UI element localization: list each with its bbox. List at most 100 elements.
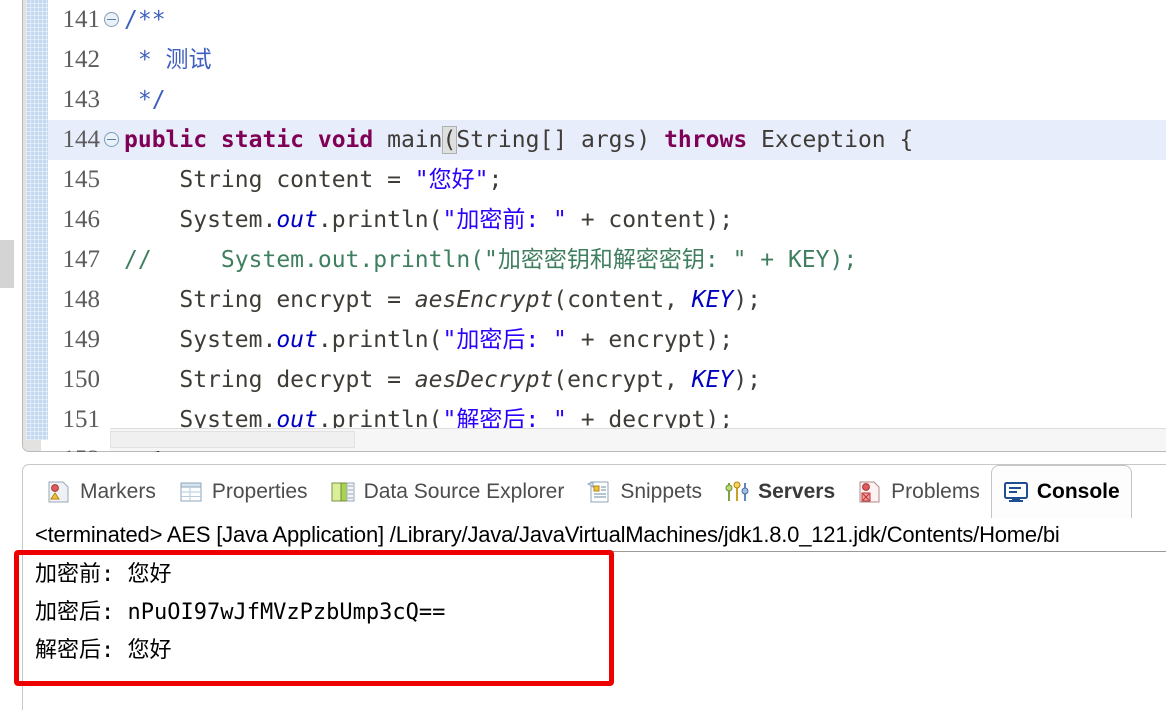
line-number: 146 <box>62 206 101 233</box>
code-line-text: * 测试 <box>124 40 212 80</box>
code-line-text: String decrypt = aesDecrypt(encrypt, KEY… <box>124 360 761 400</box>
console-separator <box>23 551 1166 552</box>
code-token: throws <box>664 127 762 153</box>
code-fold-collapse-icon[interactable] <box>104 132 119 147</box>
code-token: ); <box>733 287 762 313</box>
code-token: .println( <box>317 327 443 353</box>
code-token: .println( <box>317 207 443 233</box>
code-token: public static void <box>124 127 388 153</box>
code-token: KEY <box>691 367 734 393</box>
code-line[interactable]: 142 * 测试 <box>48 40 1166 80</box>
code-line-text: /** <box>124 0 166 40</box>
line-number: 152 <box>48 440 101 452</box>
line-number: 151 <box>62 406 101 433</box>
line-number: 145 <box>62 166 101 193</box>
console-icon <box>1003 479 1029 505</box>
console-process-label: <terminated> AES [Java Application] /Lib… <box>35 522 1060 547</box>
table-icon <box>178 479 204 505</box>
code-token: + content); <box>566 207 734 233</box>
tab-servers[interactable]: Servers <box>713 465 846 518</box>
line-number: 150 <box>62 366 101 393</box>
editor-outer-gutter <box>0 0 22 452</box>
code-token: System. <box>124 207 277 233</box>
tab-problems[interactable]: Problems <box>846 465 991 518</box>
code-editor-panel: 141/** 142 * 测试 143 */144 public static voi… <box>0 0 1166 452</box>
code-token: "加密后: " <box>442 327 567 353</box>
code-line[interactable]: 149 System.out.println("加密后: " + encrypt… <box>48 320 1166 360</box>
view-tabbar[interactable]: Markers Properties Data Source Explorer Sni… <box>22 464 1166 518</box>
tab-console[interactable]: Console <box>990 465 1132 518</box>
console-view[interactable]: <terminated> AES [Java Application] /Lib… <box>22 518 1166 710</box>
line-number: 149 <box>62 326 101 353</box>
markers-icon <box>46 479 72 505</box>
code-token: KEY <box>691 287 734 313</box>
line-number: 142 <box>62 46 101 73</box>
code-token: String decrypt = <box>124 367 415 393</box>
code-token: String content = <box>124 167 415 193</box>
code-line-text: */ <box>124 80 166 120</box>
code-token: ; <box>488 167 503 193</box>
code-token: // System.out.println("加密密钥和解密密钥: " + KE… <box>124 247 858 273</box>
code-token: "加密前: " <box>442 207 567 233</box>
code-token: * 测试 <box>124 47 212 73</box>
console-output-line: 加密前: 您好 <box>35 562 172 587</box>
changed-lines-ribbon <box>26 0 48 440</box>
tab-data-source-explorer[interactable]: Data Source Explorer <box>319 465 576 518</box>
code-token: (encrypt, <box>553 367 692 393</box>
tab-properties[interactable]: Properties <box>167 465 319 518</box>
line-number: 144 <box>62 126 101 153</box>
servers-icon <box>724 479 750 505</box>
code-token: aesEncrypt <box>414 287 554 313</box>
tab-label: Servers <box>758 479 836 503</box>
code-line[interactable]: 147 // System.out.println("加密密钥和解密密钥: " +… <box>48 240 1166 280</box>
editor-horizontal-scrollbar[interactable] <box>110 428 1166 451</box>
editor-horizontal-scroll-thumb[interactable] <box>110 431 355 448</box>
code-token: main <box>387 127 443 153</box>
code-line[interactable]: 141 /** <box>48 0 1166 40</box>
tab-label: Properties <box>211 479 308 503</box>
console-output-line: 加密后: nPuOI97wJfMVzPzbUmp3cQ== <box>35 600 446 625</box>
code-token: out <box>276 207 318 233</box>
code-token: aesDecrypt <box>414 367 554 393</box>
code-line[interactable]: 150 String decrypt = aesDecrypt(encrypt,… <box>48 360 1166 400</box>
tab-snippets[interactable]: Snippets <box>575 465 713 518</box>
code-line-text: System.out.println("加密前: " + content); <box>124 200 733 240</box>
datasource-icon <box>330 479 356 505</box>
code-lines-container[interactable]: 141/** 142 * 测试 143 */144 public static voi… <box>48 0 1166 452</box>
line-number: 148 <box>62 286 101 313</box>
tab-label: Data Source Explorer <box>363 479 565 503</box>
code-fold-collapse-icon[interactable] <box>104 12 119 27</box>
code-token: out <box>276 327 318 353</box>
tab-markers[interactable]: Markers <box>35 465 167 518</box>
snippets-icon <box>586 479 612 505</box>
code-line[interactable]: 144 public static void main(String[] args… <box>48 120 1166 160</box>
code-line[interactable]: 143 */ <box>48 80 1166 120</box>
code-line-text: public static void main(String[] args) t… <box>124 120 913 160</box>
problems-icon <box>857 479 883 505</box>
tab-label: Problems <box>891 479 980 503</box>
tab-label: Markers <box>80 479 156 503</box>
code-line[interactable]: 145 String content = "您好"; <box>48 160 1166 200</box>
code-token: */ <box>124 87 166 113</box>
code-token: String[] args) <box>456 127 665 153</box>
bottom-view-stack: Markers Properties Data Source Explorer Sni… <box>22 464 1166 710</box>
code-line-text: String encrypt = aesEncrypt(content, KEY… <box>124 280 761 320</box>
tab-label: Snippets <box>620 479 703 503</box>
code-line[interactable]: 148 String encrypt = aesEncrypt(content,… <box>48 280 1166 320</box>
code-token: ); <box>733 367 762 393</box>
console-output-text: 加密前: 您好 加密后: nPuOI97wJfMVzPzbUmp3cQ== 解密后:… <box>35 556 445 670</box>
code-token: (content, <box>553 287 692 313</box>
code-token: Exception { <box>761 127 914 153</box>
code-line-text: System.out.println("加密后: " + encrypt); <box>124 320 733 360</box>
code-line[interactable]: 146 System.out.println("加密前: " + content… <box>48 200 1166 240</box>
code-token: /** <box>124 7 166 33</box>
matching-bracket: ( <box>441 126 458 154</box>
line-number: 141 <box>62 6 101 33</box>
vertical-scroll-thumb[interactable] <box>0 240 14 288</box>
code-line-text: // System.out.println("加密密钥和解密密钥: " + KE… <box>124 240 857 280</box>
code-line-text: String content = "您好"; <box>124 160 502 200</box>
line-number: 143 <box>62 86 101 113</box>
code-token: System. <box>124 327 277 353</box>
code-token: "您好" <box>414 167 489 193</box>
code-token: + encrypt); <box>566 327 734 353</box>
